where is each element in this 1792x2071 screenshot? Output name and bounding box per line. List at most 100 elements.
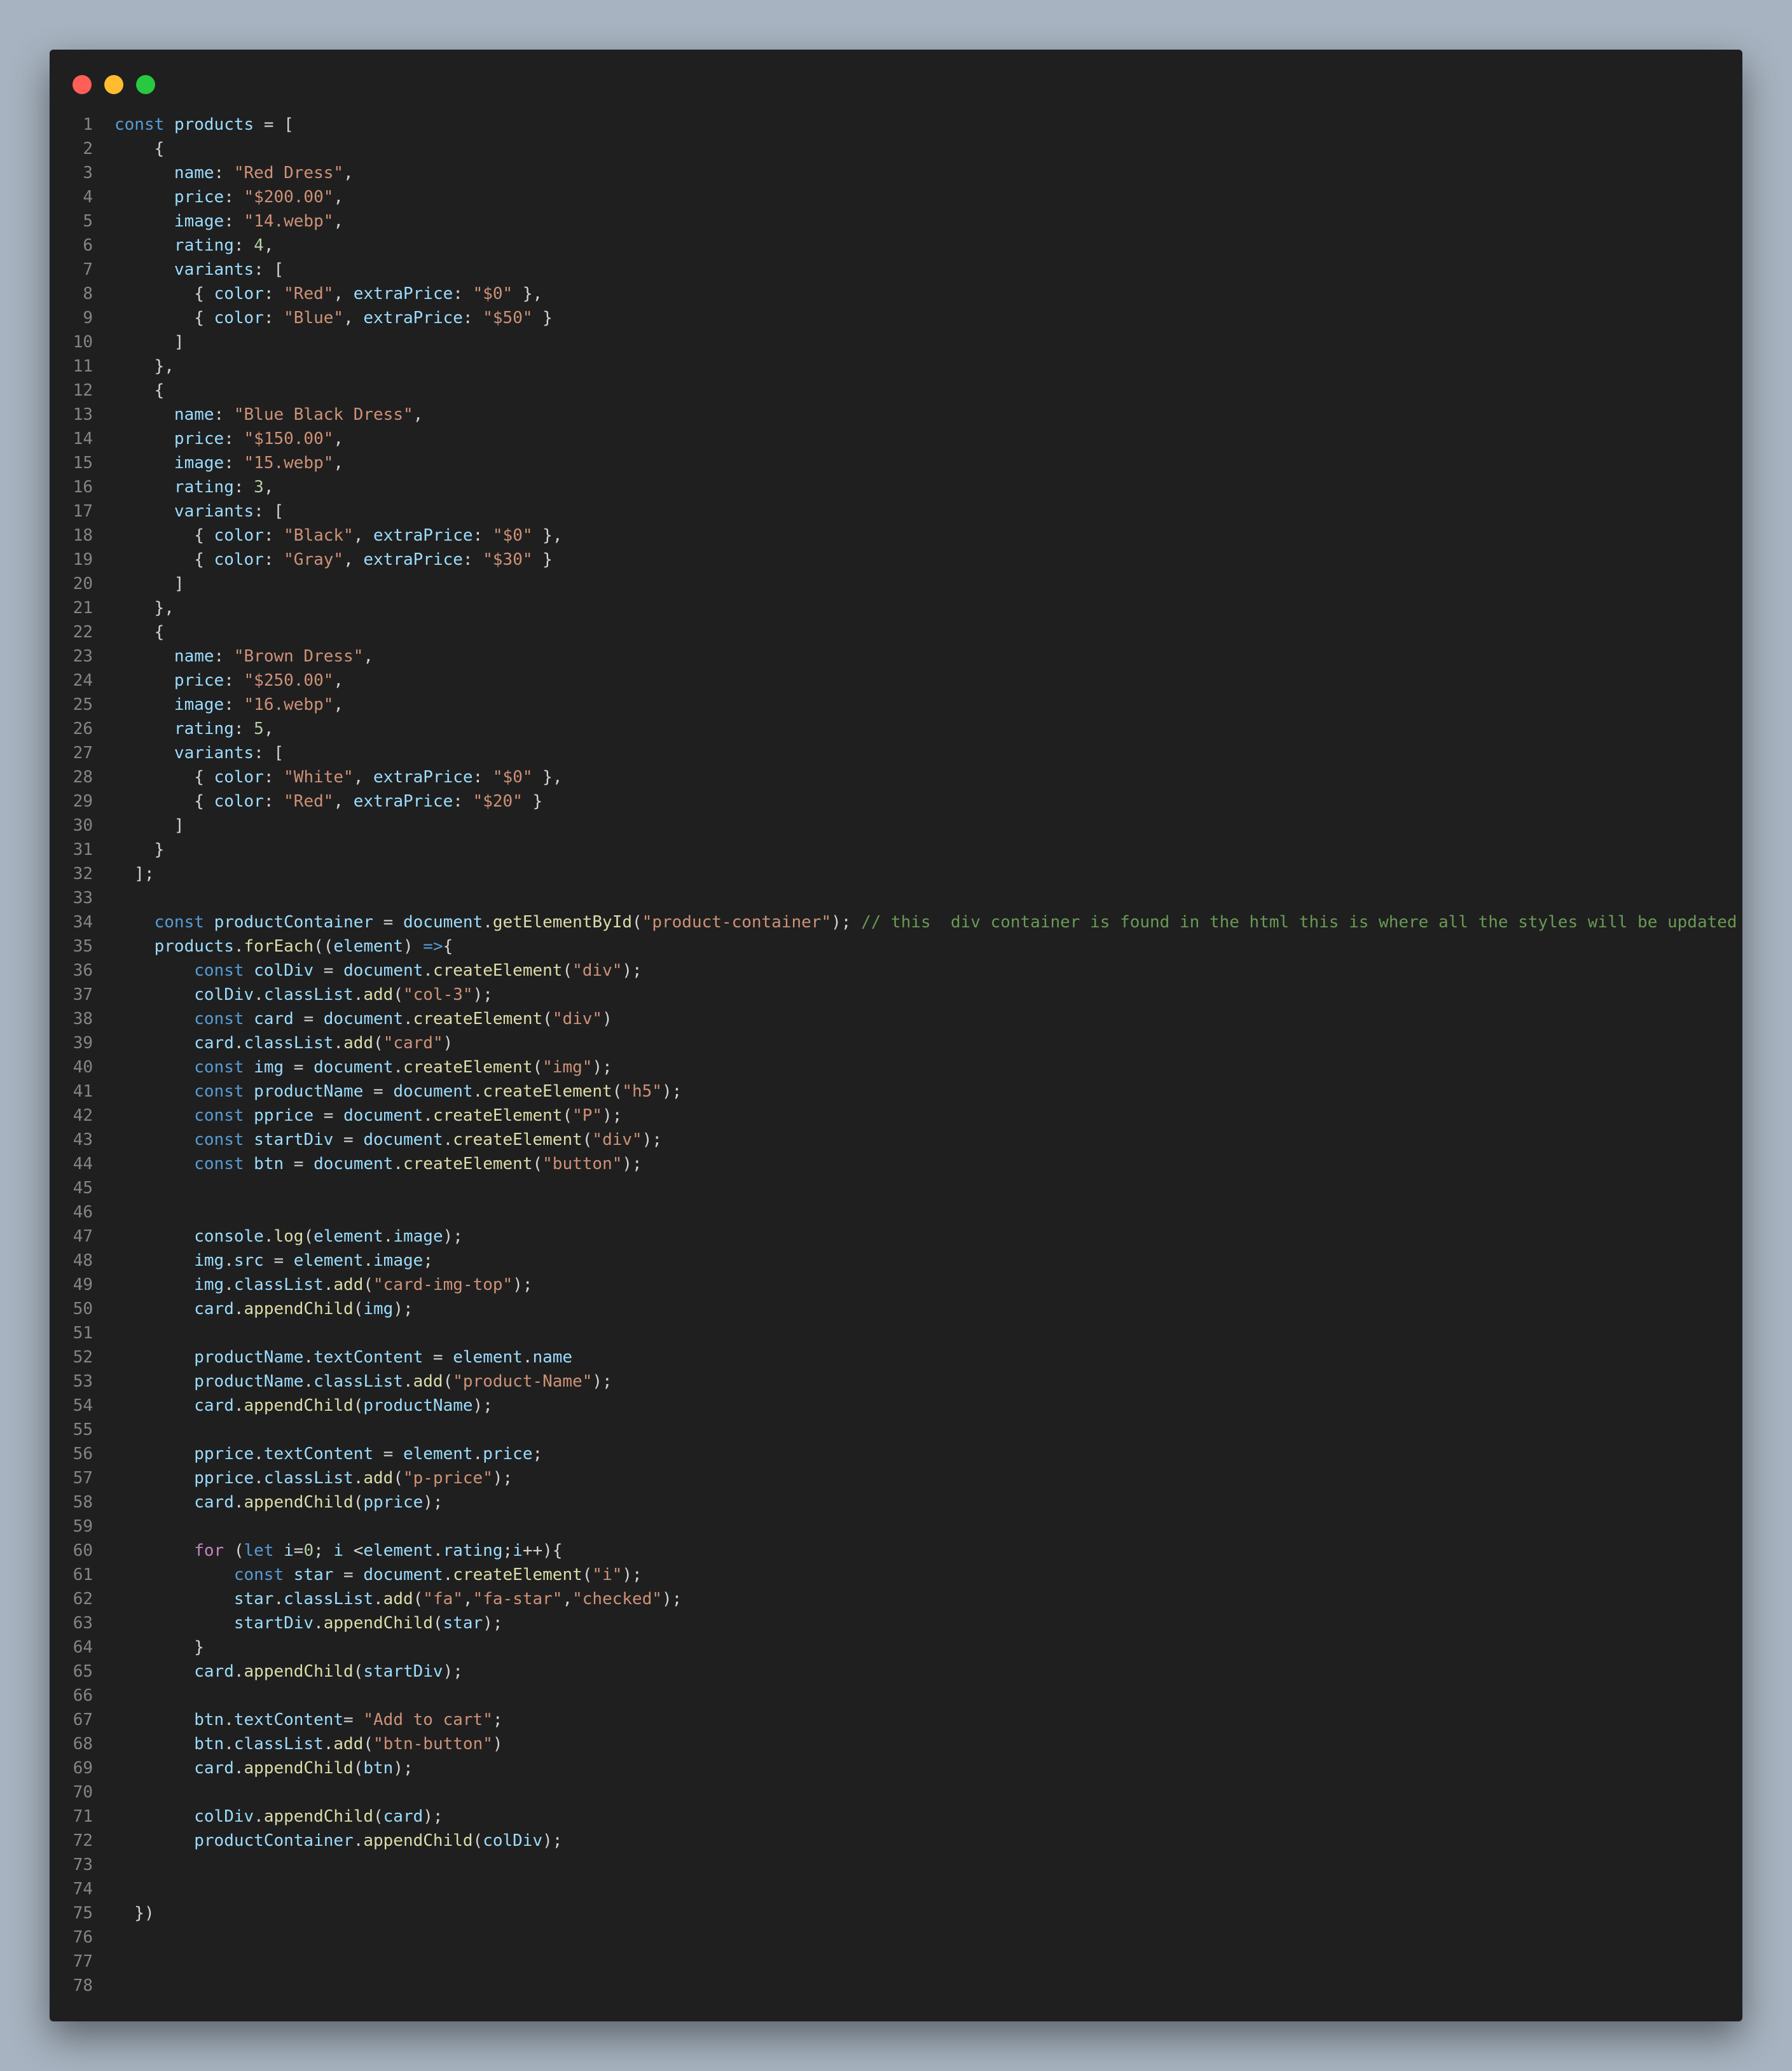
code-token: : [453, 284, 473, 303]
line-text: pprice.textContent = element.price; [93, 1442, 542, 1466]
line-number: 25 [72, 695, 93, 714]
line-number: 34 [72, 913, 93, 932]
line-text: btn.classList.add("btn-button") [93, 1732, 503, 1756]
code-token: "$150.00" [244, 429, 334, 448]
line-text: const productContainer = document.getEle… [93, 910, 1737, 934]
code-token: img [194, 1275, 224, 1294]
code-token: appendChild [244, 1396, 354, 1415]
code-token: ; [423, 1251, 433, 1270]
line-text: products.forEach((element) =>{ [93, 934, 453, 959]
maximize-button[interactable] [136, 75, 155, 94]
code-token: ) [443, 1034, 453, 1053]
line-text [93, 886, 114, 910]
line-number: 73 [72, 1855, 93, 1874]
line-text: card.appendChild(btn); [93, 1756, 413, 1780]
code-line: 44 const btn = document.createElement("b… [50, 1152, 1742, 1176]
code-token: add [383, 1590, 413, 1609]
code-line: 42 const pprice = document.createElement… [50, 1104, 1742, 1128]
line-number: 44 [72, 1154, 93, 1174]
line-number: 28 [72, 768, 93, 787]
line-number: 40 [72, 1058, 93, 1077]
code-token: "$250.00" [244, 671, 334, 690]
code-token: { [114, 308, 214, 328]
code-token: price [174, 429, 224, 448]
code-token: , [333, 671, 344, 690]
line-text: colDiv.classList.add("col-3"); [93, 983, 493, 1007]
line-number: 4 [83, 188, 93, 207]
code-token: } [114, 1638, 204, 1657]
code-token: ( [353, 1493, 364, 1512]
code-line: 77 [50, 1950, 1742, 1974]
code-token: variants [174, 744, 254, 763]
code-token: { [114, 284, 214, 303]
code-token: ( [612, 1082, 623, 1101]
code-token: extraPrice [373, 768, 473, 787]
line-number: 72 [72, 1831, 93, 1850]
code-token: createElement [403, 1154, 533, 1174]
code-token: name [174, 163, 214, 183]
close-button[interactable] [72, 75, 92, 94]
code-token: startDiv [254, 1130, 334, 1149]
line-number: 18 [72, 526, 93, 545]
line-number: 45 [72, 1179, 93, 1198]
code-token: . [323, 1275, 334, 1294]
code-token: variants [174, 502, 254, 521]
code-token: "checked" [572, 1590, 663, 1609]
code-token: appendChild [363, 1831, 473, 1850]
code-line: 21 }, [50, 596, 1742, 620]
code-token: btn [194, 1735, 224, 1754]
code-token: classList [314, 1372, 403, 1391]
code-line: 15 image: "15.webp", [50, 451, 1742, 475]
line-text: { [93, 620, 165, 644]
code-token: { [114, 768, 214, 787]
code-token: "button" [542, 1154, 623, 1174]
code-token: card [194, 1034, 234, 1053]
code-line: 70 [50, 1780, 1742, 1804]
code-token: document [343, 1106, 424, 1125]
code-token: < [343, 1541, 364, 1560]
minimize-button[interactable] [104, 75, 123, 94]
line-text: }) [93, 1901, 154, 1925]
code-token: productName [194, 1372, 304, 1391]
code-token: , [353, 526, 374, 545]
code-token: ) [492, 1735, 503, 1754]
code-token: productContainer [194, 1831, 354, 1850]
code-token: "14.webp" [244, 212, 334, 231]
code-token: , [363, 647, 374, 666]
code-token: textContent [233, 1710, 344, 1729]
code-token: = [423, 1348, 453, 1367]
code-token: ); [662, 1082, 682, 1101]
line-text: variants: [ [93, 258, 284, 282]
line-text: card.classList.add("card") [93, 1031, 453, 1055]
code-token: ); [443, 1662, 463, 1681]
code-token: card [194, 1493, 234, 1512]
line-text: const colDiv = document.createElement("d… [93, 959, 642, 983]
code-token: = [333, 1565, 364, 1584]
code-token: name [532, 1348, 573, 1367]
line-number: 59 [72, 1517, 93, 1536]
code-token: . [254, 1444, 264, 1464]
code-line: 78 [50, 1974, 1742, 1998]
code-line: 39 card.classList.add("card") [50, 1031, 1742, 1055]
code-token: } [532, 308, 553, 328]
code-token: const [194, 1106, 244, 1125]
code-editor[interactable]: 1 const products = [2 {3 name: "Red Dress… [50, 113, 1742, 1998]
line-number: 22 [72, 623, 93, 642]
code-token: . [363, 1251, 374, 1270]
line-text: { color: "Gray", extraPrice: "$30" } [93, 548, 553, 572]
line-number: 41 [72, 1082, 93, 1101]
code-token: ( [363, 1735, 374, 1754]
line-text: name: "Red Dress", [93, 161, 354, 185]
code-token: ); [622, 1154, 642, 1174]
code-token: : [224, 212, 244, 231]
code-token: const [194, 1154, 244, 1174]
line-text: price: "$150.00", [93, 427, 343, 451]
line-number: 27 [72, 744, 93, 763]
code-token: "fa-star" [472, 1590, 563, 1609]
code-token: ); [423, 1807, 443, 1826]
